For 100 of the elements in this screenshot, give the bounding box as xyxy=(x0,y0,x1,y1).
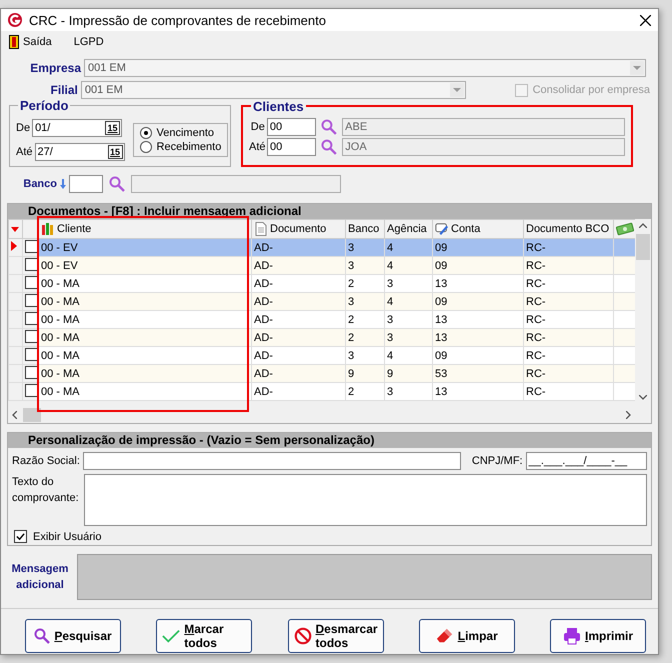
banco-label: Banco xyxy=(22,178,57,190)
row-checkbox[interactable] xyxy=(25,276,38,288)
row-checkbox[interactable] xyxy=(25,294,38,306)
menu-item[interactable]: LGPD xyxy=(74,36,104,48)
row-checkbox[interactable] xyxy=(25,384,38,396)
column-header[interactable]: Documento BCO xyxy=(524,220,614,238)
table-cell: 3 xyxy=(384,328,432,346)
arrow-down-icon xyxy=(60,179,66,189)
checkmark-icon xyxy=(162,627,180,645)
scrollbar-thumb[interactable] xyxy=(636,234,650,260)
empresa-label: Empresa xyxy=(29,61,81,75)
exibir-label: Exibir Usuário xyxy=(33,530,102,542)
row-checkbox[interactable] xyxy=(25,258,38,270)
client-code-field[interactable]: 00 xyxy=(266,118,316,136)
texto-label: Texto do comprovante: xyxy=(12,475,80,506)
table-cell: AD- xyxy=(252,292,346,310)
banco-code-field[interactable] xyxy=(69,175,103,193)
de-label: De xyxy=(16,122,30,134)
dropdown-arrow-icon xyxy=(452,88,461,92)
action-button[interactable]: Desmarcar todos xyxy=(288,619,384,653)
close-button[interactable] xyxy=(638,13,652,27)
razao-social-label: Razão Social: xyxy=(12,455,80,467)
client-code-field[interactable]: 00 xyxy=(267,138,316,156)
table-cell: 2 xyxy=(346,382,384,400)
search-icon[interactable] xyxy=(109,176,125,192)
action-button[interactable]: Imprimir xyxy=(550,619,646,653)
table-cell: 3 xyxy=(346,292,384,310)
table-cell: AD- xyxy=(252,382,346,400)
table-cell: 9 xyxy=(346,364,384,382)
action-button[interactable]: Limpar xyxy=(418,619,515,653)
client-name-field: ABE xyxy=(342,118,625,136)
table-cell: 00 - MA xyxy=(38,382,252,400)
clientes-title: Clientes xyxy=(251,99,306,114)
table-cell: 00 - EV xyxy=(38,238,252,256)
menu-item[interactable]: Saída xyxy=(23,36,52,48)
table-cell: 09 xyxy=(432,238,524,256)
table-cell: 4 xyxy=(384,292,432,310)
table-cell: 3 xyxy=(346,238,384,256)
column-header[interactable]: Banco xyxy=(346,220,384,238)
column-header[interactable]: Documento xyxy=(252,220,346,238)
action-button[interactable]: Pesquisar xyxy=(25,619,121,653)
column-header[interactable]: Conta xyxy=(432,220,524,238)
window-title: CRC - Impressão de comprovantes de recebimento xyxy=(29,12,327,28)
calendar-button[interactable]: 15 xyxy=(105,121,120,135)
table-cell: AD- xyxy=(252,364,346,382)
periodo-title: Período xyxy=(18,98,70,113)
table-row[interactable]: 00 - MA AD- 3 4 09 RC- xyxy=(8,292,640,310)
table-cell: AD- xyxy=(252,238,346,256)
table-row[interactable]: 00 - MA AD- 2 3 13 RC- xyxy=(8,382,640,400)
table-cell: 13 xyxy=(432,382,524,400)
row-checkbox[interactable] xyxy=(25,240,38,252)
app-logo-icon xyxy=(7,12,23,28)
scroll-up-icon[interactable] xyxy=(639,223,647,228)
table-cell: 53 xyxy=(432,364,524,382)
scroll-down-icon[interactable] xyxy=(639,395,647,400)
row-checkbox[interactable] xyxy=(25,330,38,342)
filial-dropdown[interactable]: 001 EM xyxy=(80,81,466,99)
row-checkbox[interactable] xyxy=(25,366,38,378)
cnpj-field[interactable]: __.___.___/____-__ xyxy=(526,452,647,470)
cnpj-label: CNPJ/MF: xyxy=(472,455,523,467)
table-cell: 09 xyxy=(432,256,524,274)
table-row[interactable]: 00 - MA AD- 9 9 53 RC- xyxy=(8,364,640,382)
column-header[interactable]: Cliente xyxy=(38,220,252,238)
table-cell: 13 xyxy=(432,328,524,346)
texto-field[interactable] xyxy=(84,474,647,526)
table-cell: 00 - MA xyxy=(38,328,252,346)
search-icon[interactable] xyxy=(321,139,338,155)
row-checkbox[interactable] xyxy=(25,348,38,360)
exibir-checkbox[interactable] xyxy=(14,530,27,543)
pencil-note-icon xyxy=(435,222,449,236)
table-cell: 2 xyxy=(346,328,384,346)
column-header[interactable]: Agência xyxy=(384,220,432,238)
eraser-icon xyxy=(436,627,454,645)
table-row[interactable]: 00 - EV AD- 3 4 09 RC- xyxy=(8,256,640,274)
search-icon xyxy=(34,628,50,644)
mensagem-label: Mensagem adicional xyxy=(10,562,70,593)
table-row[interactable]: 00 - EV AD- 3 4 09 RC- xyxy=(8,238,640,256)
empresa-dropdown[interactable]: 001 EM xyxy=(84,59,646,77)
table-cell: RC- xyxy=(524,328,614,346)
calendar-button[interactable]: 15 xyxy=(108,145,123,159)
table-cell: RC- xyxy=(524,364,614,382)
section-header: Personalização de impressão - (Vazio = Sem personalização) xyxy=(8,433,651,448)
table-cell: 00 - MA xyxy=(38,364,252,382)
de-label: De xyxy=(250,121,265,133)
razao-social-field[interactable] xyxy=(82,452,461,470)
action-button[interactable]: Marcar todos xyxy=(156,619,252,653)
date-field[interactable]: 27/ 15 xyxy=(34,143,125,161)
row-checkbox[interactable] xyxy=(25,312,38,324)
scroll-right-icon[interactable] xyxy=(626,411,631,419)
table-row[interactable]: 00 - MA AD- 2 3 13 RC- xyxy=(8,328,640,346)
date-field[interactable]: 01/ 15 xyxy=(32,119,122,137)
sort-arrow-icon[interactable] xyxy=(11,227,19,232)
table-cell: 00 - MA xyxy=(38,292,252,310)
radio-button[interactable] xyxy=(140,141,152,153)
scrollbar-thumb[interactable] xyxy=(23,408,41,422)
table-cell: 00 - EV xyxy=(38,256,252,274)
scroll-left-icon[interactable] xyxy=(12,411,17,419)
radio-button[interactable] xyxy=(140,127,152,139)
prohibited-icon xyxy=(294,627,312,645)
search-icon[interactable] xyxy=(321,119,338,135)
